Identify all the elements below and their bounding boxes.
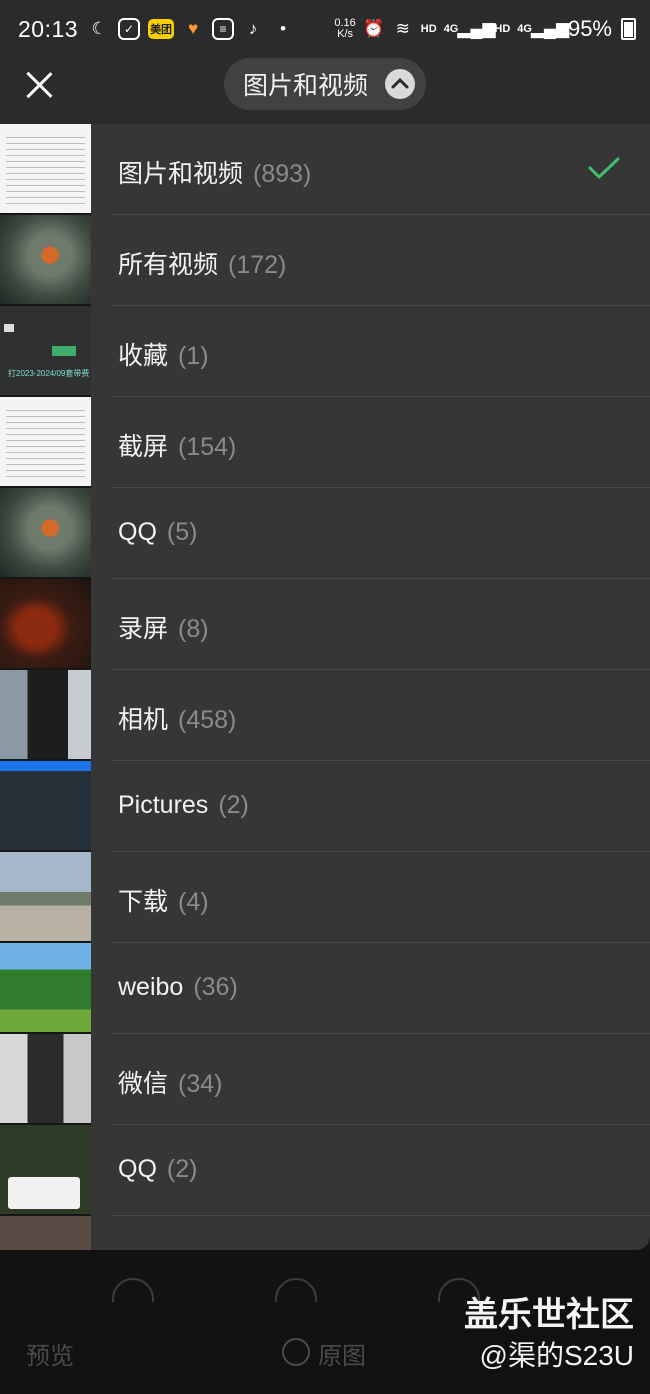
signal-icon: ▂▄▆ [530, 19, 570, 38]
album-name: QQ (2) [118, 1155, 198, 1183]
album-name: 录屏 (8) [118, 615, 209, 643]
album-row[interactable]: Pictures (2) [91, 761, 650, 852]
album-count: (893) [253, 160, 312, 188]
original-radio[interactable] [282, 1338, 310, 1366]
signal-icon: ▂▄▆ [457, 19, 496, 38]
album-count: (172) [228, 251, 287, 279]
doc-icon: ≡ [212, 18, 235, 40]
network-type-2: 4G [517, 23, 532, 35]
preview-button[interactable]: 预览 [26, 1336, 74, 1371]
thumbnail-column: 打2023-2024/09套带费 [0, 124, 91, 1250]
album-count: (36) [193, 973, 238, 1001]
thumbnail-image[interactable] [0, 1125, 91, 1214]
heart-app-icon: ♥ [188, 19, 199, 38]
thumbnail-image[interactable] [0, 579, 91, 668]
album-name: 微信 (34) [118, 1070, 223, 1098]
album-name: 下载 (4) [118, 888, 209, 916]
battery-percent: 95% [567, 16, 612, 41]
album-count: (2) [166, 1155, 198, 1183]
chevron-up-icon [385, 69, 415, 99]
album-count: (458) [178, 706, 237, 734]
album-list: 图片和视频 (893) 所有视频 (172) 收藏 (1) 截屏 (154) QQ (5)… [91, 124, 650, 1250]
picker-header: 图片和视频 [0, 58, 650, 124]
watermark-subtitle: @渠的S23U [479, 1340, 634, 1371]
net-speed: 0.16 K/s [334, 17, 356, 40]
original-label[interactable]: 原图 [318, 1336, 366, 1371]
album-row[interactable]: 下载 (4) [91, 852, 650, 943]
wifi-icon: ≋ [395, 19, 410, 38]
checkmark-icon [588, 157, 620, 179]
album-name: QQ (5) [118, 518, 198, 546]
album-row[interactable]: 相机 (458) [91, 670, 650, 761]
album-row[interactable]: 所有视频 (172) [91, 215, 650, 306]
album-count: (34) [178, 1070, 223, 1098]
album-row[interactable]: 截屏 (154) [91, 397, 650, 488]
thumbnail-image[interactable] [0, 215, 91, 304]
album-row[interactable]: 录屏 (8) [91, 579, 650, 670]
dot-icon: • [280, 19, 287, 38]
album-count: (2) [218, 791, 249, 819]
thumbnail-image[interactable] [0, 488, 91, 577]
album-selector-label: 图片和视频 [243, 72, 369, 100]
album-count: (154) [178, 433, 237, 461]
thumbnail-image[interactable] [0, 124, 91, 213]
thumbnail-image[interactable] [0, 761, 91, 850]
watermark-title: 盖乐世社区 [464, 1296, 634, 1334]
album-row[interactable]: 微信 (34) [91, 1034, 650, 1125]
alarm-icon: ⏰ [363, 19, 385, 38]
album-row[interactable]: QQ (2) [91, 1125, 650, 1216]
thumbnail-image[interactable] [0, 397, 91, 486]
divider [111, 1215, 650, 1216]
hd-label-2: HD [494, 23, 511, 35]
album-name: weibo (36) [118, 973, 238, 1001]
album-row[interactable]: QQ (5) [91, 488, 650, 579]
hd-label: HD [420, 23, 437, 35]
thumbnail-image[interactable] [0, 1216, 91, 1250]
album-name: Pictures (2) [118, 791, 249, 819]
thumbnail-caption: 打2023-2024/09套带费 [8, 369, 90, 378]
thumbnail-image[interactable] [0, 852, 91, 941]
album-count: (4) [178, 888, 209, 916]
album-count: (5) [166, 518, 198, 546]
status-time: 20:13 [18, 15, 79, 42]
album-name: 收藏 (1) [118, 342, 209, 370]
thumbnail-image[interactable] [0, 1034, 91, 1123]
thumbnail-image[interactable]: 打2023-2024/09套带费 [0, 306, 91, 395]
thumbnail-image[interactable] [0, 943, 91, 1032]
album-row[interactable]: 图片和视频 (893) [91, 124, 650, 215]
album-name: 图片和视频 (893) [118, 160, 312, 188]
status-bar: 20:13 ☾ ✓ 美团 ♥ ≡ ♪ • 0.16 K/s ⏰ ≋ HD 4G ▂… [0, 0, 650, 58]
thumbnail-image[interactable] [0, 670, 91, 759]
album-row[interactable]: 收藏 (1) [91, 306, 650, 397]
album-name: 所有视频 (172) [118, 251, 287, 279]
album-count: (1) [178, 342, 209, 370]
album-selector[interactable]: 图片和视频 [224, 58, 426, 110]
status-app-icons: ☾ ✓ 美团 ♥ ≡ ♪ • [88, 18, 294, 40]
album-name: 截屏 (154) [118, 433, 237, 461]
close-icon[interactable] [22, 68, 56, 102]
status-system-icons: 0.16 K/s ⏰ ≋ HD 4G ▂▄▆ HD 4G ▂▄▆ 95% [334, 16, 636, 42]
check-app-icon: ✓ [118, 18, 141, 40]
moon-icon: ☾ [91, 19, 107, 38]
album-name: 相机 (458) [118, 706, 237, 734]
album-count: (8) [178, 615, 209, 643]
tiktok-icon: ♪ [248, 19, 258, 38]
battery-icon [621, 18, 636, 40]
meituan-icon: 美团 [148, 19, 175, 39]
album-row[interactable]: weibo (36) [91, 943, 650, 1034]
